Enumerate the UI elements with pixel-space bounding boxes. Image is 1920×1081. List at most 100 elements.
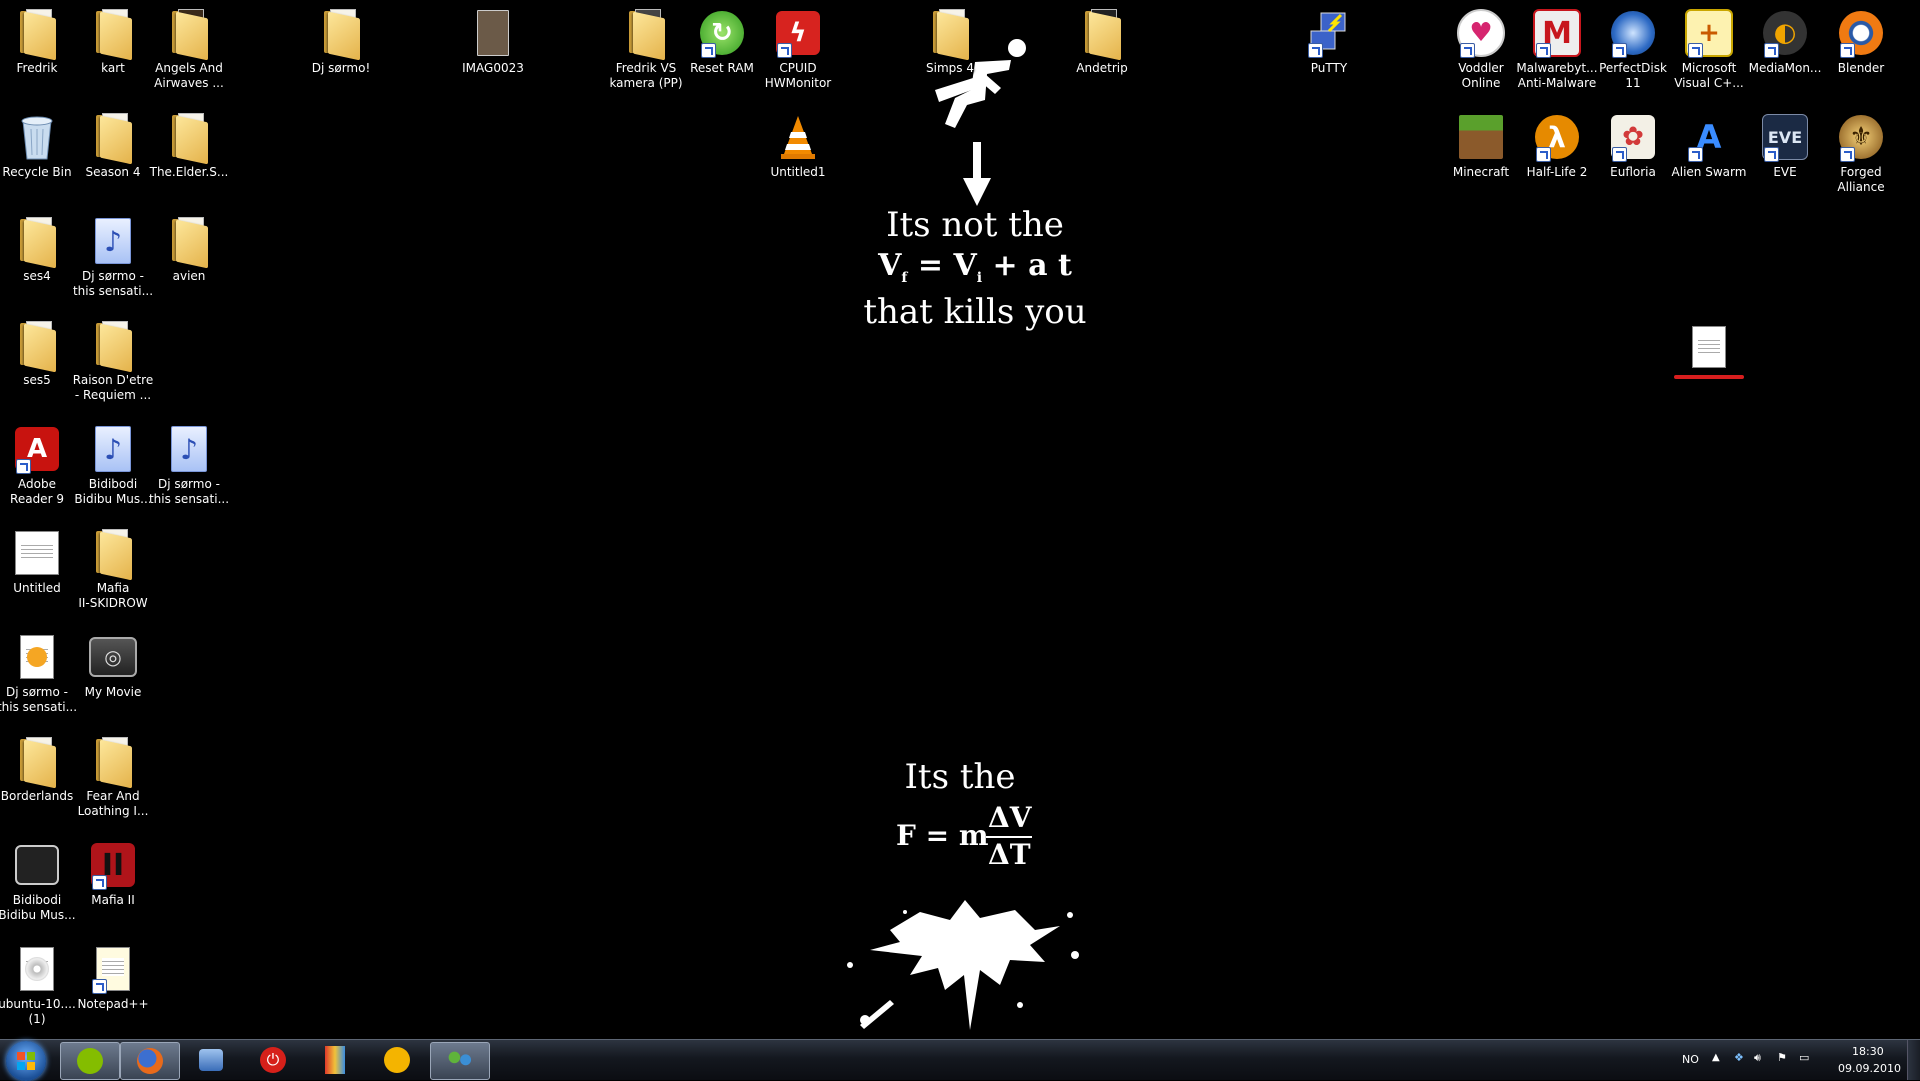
- desktop-icon-avien[interactable]: avien: [146, 216, 232, 284]
- desktop-icon-borderlands[interactable]: Borderlands: [0, 736, 80, 804]
- taskbar-firefox[interactable]: [120, 1042, 180, 1080]
- desktop-icon-bidibodi-1[interactable]: ♪ Bidibodi Bidibu Mus...: [70, 424, 156, 507]
- action-center-flag-icon[interactable]: ⚑: [1777, 1051, 1787, 1064]
- desktop-icon-untitled[interactable]: Untitled: [0, 528, 80, 596]
- desktop-icon-putty[interactable]: PuTTY: [1286, 8, 1372, 76]
- taskbar-spotify[interactable]: [60, 1042, 120, 1080]
- taskbar-fl-studio[interactable]: [368, 1042, 426, 1078]
- vlc-cone-icon: [773, 112, 823, 162]
- desktop-icon-elder-s[interactable]: The.Elder.S...: [146, 112, 232, 180]
- desktop-icon-mafia-skidrow[interactable]: Mafia II-SKIDROW: [70, 528, 156, 611]
- icon-label: Andetrip: [1076, 61, 1128, 75]
- desktop-icon-raison[interactable]: Raison D'etre - Requiem ...: [70, 320, 156, 403]
- desktop-icon-dj-sormo-2[interactable]: ♪ Dj sørmo - this sensati...: [146, 424, 232, 507]
- wallpaper-text-line4: Its the: [904, 757, 1016, 797]
- desktop-icon-mafia2[interactable]: II Mafia II: [70, 840, 156, 908]
- splat-graphic: [847, 900, 1079, 1030]
- document-icon: [12, 528, 62, 578]
- desktop-icon-ses5[interactable]: ses5: [0, 320, 80, 388]
- desktop-icon-eve[interactable]: EVE EVE: [1742, 112, 1828, 180]
- adobe-reader-icon: A: [12, 424, 62, 474]
- desktop-icon-ses4[interactable]: ses4: [0, 216, 80, 284]
- shortcut-arrow-icon: [1688, 147, 1703, 162]
- desktop-icon-fear-loathing[interactable]: Fear And Loathing I...: [70, 736, 156, 819]
- desktop-icon-season4[interactable]: Season 4: [70, 112, 156, 180]
- desktop-icon-malwarebytes[interactable]: M Malwarebyt... Anti-Malware: [1514, 8, 1600, 91]
- perfectdisk-icon: [1608, 8, 1658, 58]
- clock-date[interactable]: 09.09.2010: [1838, 1062, 1901, 1075]
- desktop-icon-dj-sormo-3[interactable]: Dj sørmo - this sensati...: [0, 632, 80, 715]
- show-hidden-icons-chevron-icon[interactable]: ▲: [1712, 1052, 1720, 1063]
- movie-maker-icon: ◎: [88, 632, 138, 682]
- desktop-icon-my-movie[interactable]: ◎ My Movie: [70, 632, 156, 700]
- eq-mid: = V: [907, 248, 977, 283]
- show-desktop-button[interactable]: [1907, 1040, 1920, 1080]
- folder-icon: [164, 216, 214, 269]
- desktop-icon-half-life-2[interactable]: λ Half-Life 2: [1514, 112, 1600, 180]
- firefox-icon: [137, 1048, 163, 1074]
- folder-icon: [1077, 8, 1127, 61]
- alien-swarm-icon: A: [1684, 112, 1734, 162]
- icon-label: My Movie: [84, 685, 142, 699]
- network-icon[interactable]: ▭: [1799, 1051, 1809, 1064]
- icon-label: Dj sørmo - this sensati...: [72, 269, 154, 298]
- desktop-icon-alien-swarm[interactable]: A Alien Swarm: [1666, 112, 1752, 180]
- taskbar-ccleaner[interactable]: [306, 1042, 364, 1078]
- icon-label: Forged Alliance: [1837, 165, 1885, 194]
- taskbar-shutdown[interactable]: ⏻: [244, 1042, 302, 1078]
- start-button[interactable]: [6, 1041, 46, 1081]
- desktop-icon-minecraft[interactable]: Minecraft: [1438, 112, 1524, 180]
- windows-logo-icon: [17, 1052, 35, 1070]
- folder-icon: [88, 736, 138, 789]
- desktop-icon-angels[interactable]: Angels And Airwaves ...: [146, 8, 232, 91]
- desktop-icon-notepadpp[interactable]: Notepad++: [70, 944, 156, 1012]
- desktop-icon-dj-sormo-1[interactable]: ♪ Dj sørmo - this sensati...: [70, 216, 156, 299]
- desktop-icon-ubuntu[interactable]: ubuntu-10.... (1): [0, 944, 80, 1027]
- desktop-icon-dj-sormo[interactable]: Dj sørmo!: [298, 8, 384, 76]
- taskbar-thunderbird[interactable]: [182, 1042, 240, 1078]
- desktop-icon-fredrik[interactable]: Fredrik: [0, 8, 80, 76]
- folder-icon: [164, 112, 214, 165]
- half-life-icon: λ: [1532, 112, 1582, 162]
- ccleaner-icon: [325, 1046, 345, 1074]
- desktop-icon-bidibodi-2[interactable]: Bidibodi Bidibu Mus...: [0, 840, 80, 923]
- desktop-icon-adobe-reader[interactable]: A Adobe Reader 9: [0, 424, 80, 507]
- mafia-game-icon: II: [88, 840, 138, 890]
- icon-label: Dj sørmo!: [311, 61, 371, 75]
- folder-icon: [12, 320, 62, 373]
- desktop-icon-simps4[interactable]: Simps 4: [907, 8, 993, 76]
- desktop-icon-mediamonkey[interactable]: ◐ MediaMon...: [1742, 8, 1828, 76]
- desktop-icon-voddler[interactable]: ♥ Voddler Online: [1438, 8, 1524, 91]
- disc-image-icon: [12, 944, 62, 994]
- desktop-icon-cpuid[interactable]: ϟ CPUID HWMonitor: [755, 8, 841, 91]
- dropbox-icon[interactable]: ❖: [1734, 1051, 1744, 1064]
- music-file-icon: ♪: [88, 216, 138, 266]
- minecraft-icon: [1456, 112, 1506, 162]
- volume-icon[interactable]: 🔊︎: [1754, 1051, 1761, 1065]
- clock-time[interactable]: 18:30: [1852, 1045, 1884, 1058]
- icon-label: Fredrik: [16, 61, 58, 75]
- desktop-icon-andetrip[interactable]: Andetrip: [1059, 8, 1145, 76]
- desktop-icon-text-file[interactable]: [1666, 322, 1752, 379]
- visual-cpp-icon: +: [1684, 8, 1734, 58]
- shortcut-arrow-icon: [1612, 147, 1627, 162]
- desktop-icon-kart[interactable]: kart: [70, 8, 156, 76]
- desktop-icon-eufloria[interactable]: ✿ Eufloria: [1590, 112, 1676, 180]
- desktop-icon-perfectdisk[interactable]: PerfectDisk 11: [1590, 8, 1676, 91]
- user-folder-icon: [12, 8, 62, 61]
- desktop-icon-fredrik-vs[interactable]: Fredrik VS kamera (PP): [603, 8, 689, 91]
- language-indicator[interactable]: NO: [1682, 1053, 1699, 1066]
- shortcut-arrow-icon: [1308, 43, 1323, 58]
- desktop-icon-recycle-bin[interactable]: Recycle Bin: [0, 112, 80, 180]
- desktop-icon-reset-ram[interactable]: ↻ Reset RAM: [679, 8, 765, 76]
- folder-icon: [88, 8, 138, 61]
- desktop-icon-ms-visual-cpp[interactable]: + Microsoft Visual C+...: [1666, 8, 1752, 91]
- desktop-icon-imag0023[interactable]: IMAG0023: [450, 8, 536, 76]
- taskbar-messenger[interactable]: [430, 1042, 490, 1080]
- desktop-icon-forged-alliance[interactable]: ⚜ Forged Alliance: [1818, 112, 1904, 195]
- notepad-plus-plus-icon: [88, 944, 138, 994]
- desktop-icon-untitled1[interactable]: Untitled1: [755, 112, 841, 180]
- icon-label: Malwarebyt... Anti-Malware: [1516, 61, 1598, 90]
- desktop-icon-blender[interactable]: Blender: [1818, 8, 1904, 76]
- wallpaper-equation-velocity: Vf = Vi + a t: [840, 248, 1110, 286]
